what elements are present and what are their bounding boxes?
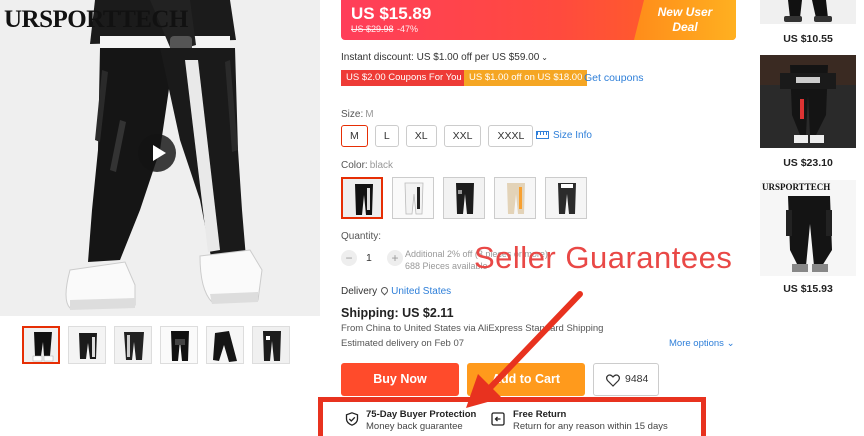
color-option-1[interactable]: [341, 177, 383, 219]
badge-line-1: New User: [657, 5, 713, 19]
guarantee-subtitle-free-return: Return for any reason within 15 days: [513, 421, 668, 432]
location-pin-icon: [379, 285, 390, 296]
related-product-2-image[interactable]: [760, 55, 856, 148]
quantity-label: Quantity:: [341, 231, 382, 242]
buy-now-button[interactable]: Buy Now: [341, 363, 459, 396]
color-selected-value: black: [369, 160, 394, 171]
thumbnail-strip: [22, 326, 290, 364]
badge-line-2: Deal: [672, 20, 698, 34]
size-option-xxl[interactable]: XXL: [443, 125, 482, 147]
size-selected-value: M: [365, 109, 374, 120]
size-label: Size: M: [341, 109, 374, 120]
original-price: US $29.98: [351, 24, 394, 34]
play-video-button[interactable]: [138, 134, 176, 172]
get-coupons-link[interactable]: Get coupons: [584, 72, 644, 84]
related-product-3-image[interactable]: URSPORTTECH: [760, 180, 856, 276]
size-option-xxxl[interactable]: XXXL: [488, 125, 534, 147]
estimated-delivery: Estimated delivery on Feb 07: [341, 338, 465, 349]
ruler-icon: [536, 131, 549, 139]
wishlist-count: 9484: [625, 373, 649, 385]
more-options-text: More options: [669, 338, 724, 349]
delivery-row: Delivery United States: [341, 285, 451, 297]
chevron-down-icon: ⌄: [541, 53, 548, 62]
coupon-badge-2[interactable]: US $1.00 off on US $18.00: [464, 70, 588, 86]
delivery-location-link[interactable]: United States: [391, 286, 451, 297]
instant-discount[interactable]: Instant discount: US $1.00 off per US $5…: [341, 52, 548, 63]
color-option-3[interactable]: [443, 177, 485, 219]
thumbnail-3[interactable]: [114, 326, 152, 364]
thumbnail-1[interactable]: [22, 326, 60, 364]
size-option-m[interactable]: M: [341, 125, 368, 147]
color-options: [341, 177, 587, 219]
thumbnail-5[interactable]: [206, 326, 244, 364]
quantity-value[interactable]: 1: [366, 252, 372, 264]
related-product-2-price[interactable]: US $23.10: [760, 157, 856, 169]
guarantee-title-buyer-protection: 75-Day Buyer Protection: [366, 409, 477, 420]
annotation-arrow-icon: [466, 291, 583, 408]
svg-text:URSPORTTECH: URSPORTTECH: [762, 182, 830, 192]
price-banner: US $15.89 US $29.98 -47% New User Deal: [341, 0, 736, 40]
related-product-3-price[interactable]: US $15.93: [760, 283, 856, 295]
color-option-5[interactable]: [545, 177, 587, 219]
coupon-badge-1[interactable]: US $2.00 Coupons For You: [341, 70, 467, 86]
guarantee-title-free-return: Free Return: [513, 409, 567, 420]
more-options-link[interactable]: More options ⌄: [669, 338, 735, 349]
color-label: Color: black: [341, 160, 393, 171]
size-info-text: Size Info: [553, 130, 592, 141]
main-product-image[interactable]: URSPORTTECH: [0, 0, 320, 316]
thumbnail-4[interactable]: [160, 326, 198, 364]
chevron-down-icon: ⌄: [726, 338, 735, 349]
guarantee-subtitle-buyer-protection: Money back guarantee: [366, 421, 463, 432]
size-options: M L XL XXL XXXL: [341, 125, 534, 147]
new-user-deal-badge: New User Deal: [634, 0, 736, 40]
delivery-label: Delivery: [341, 286, 378, 297]
size-label-text: Size:: [341, 109, 364, 120]
size-option-xl[interactable]: XL: [405, 125, 437, 147]
quantity-decrease-button[interactable]: −: [341, 250, 357, 266]
heart-icon: [606, 374, 620, 387]
related-product-1-image[interactable]: [760, 0, 856, 24]
color-option-4[interactable]: [494, 177, 536, 219]
brand-logo: URSPORTTECH: [4, 6, 188, 33]
current-price: US $15.89: [351, 4, 432, 23]
wishlist-button[interactable]: 9484: [593, 363, 659, 396]
quantity-increase-button[interactable]: +: [387, 250, 403, 266]
size-option-l[interactable]: L: [374, 125, 399, 147]
color-option-2[interactable]: [392, 177, 434, 219]
related-product-1-price[interactable]: US $10.55: [760, 33, 856, 45]
return-box-icon: [491, 412, 505, 426]
thumbnail-2[interactable]: [68, 326, 106, 364]
discount-percent: -47%: [397, 24, 419, 34]
seller-guarantees-annotation: Seller Guarantees: [474, 240, 733, 275]
color-label-text: Color:: [341, 160, 368, 171]
shipping-cost: Shipping: US $2.11: [341, 306, 454, 320]
size-info-link[interactable]: Size Info: [536, 130, 592, 141]
thumbnail-6[interactable]: [252, 326, 290, 364]
shield-check-icon: [345, 412, 359, 426]
instant-discount-text: Instant discount: US $1.00 off per US $5…: [341, 52, 540, 63]
